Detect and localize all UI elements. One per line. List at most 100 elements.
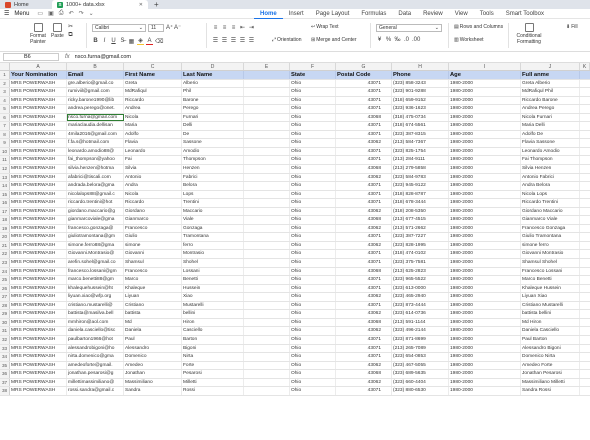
cell[interactable]: Perego xyxy=(182,105,244,113)
cell[interactable]: nicolalops88@gmail.c xyxy=(67,190,124,199)
cell[interactable]: Giulio Tramontana xyxy=(521,233,580,241)
cell[interactable]: (213) 571-2662 xyxy=(392,224,449,233)
row-number[interactable]: 12 xyxy=(0,165,10,173)
cell[interactable]: MRS POWERWASH xyxy=(10,88,67,96)
cell[interactable]: Ohio xyxy=(290,105,336,113)
cell[interactable]: Domenico xyxy=(124,353,182,361)
header-cell[interactable]: Phone xyxy=(392,71,449,79)
cell[interactable]: 43071 xyxy=(336,199,392,207)
cell[interactable]: rumiviil@gmail.com xyxy=(67,88,124,96)
row-number[interactable]: 32 xyxy=(0,335,10,344)
cell[interactable]: Francesco Lossani xyxy=(521,267,580,276)
cell[interactable]: MRS POWERWASH xyxy=(10,233,67,241)
cell[interactable]: 1980-2000 xyxy=(449,173,521,182)
cell[interactable]: Henzen xyxy=(182,165,244,173)
cell[interactable]: MRS POWERWASH xyxy=(10,224,67,233)
decrease-decimal-icon[interactable]: .00 xyxy=(412,37,420,43)
cell[interactable]: 43062 xyxy=(336,207,392,216)
borders-icon[interactable]: ▦ xyxy=(128,38,135,45)
cell[interactable]: andrada.belora@gma xyxy=(67,182,124,190)
cell[interactable]: 43062 xyxy=(336,224,392,233)
cell[interactable]: Flavia Sassone xyxy=(521,139,580,147)
cell[interactable] xyxy=(244,224,290,233)
cell[interactable]: 1980-2000 xyxy=(449,88,521,96)
cell[interactable]: (323) 828-1995 xyxy=(392,241,449,250)
cell[interactable]: Riccardo xyxy=(124,199,182,207)
cell[interactable]: Giordano xyxy=(124,207,182,216)
open-folder-icon[interactable]: ▭ xyxy=(37,10,43,17)
conditional-formatting-button[interactable]: Conditional Formatting xyxy=(512,23,546,45)
cell[interactable]: 1980-2000 xyxy=(449,139,521,147)
cell[interactable]: (213) 584-7367 xyxy=(392,139,449,147)
cell[interactable]: 1980-2000 xyxy=(449,199,521,207)
cell[interactable]: afabrici@tiscali.com xyxy=(67,173,124,182)
cell[interactable]: 1980-2000 xyxy=(449,165,521,173)
cell[interactable]: MRS POWERWASH xyxy=(10,216,67,224)
row-number[interactable]: 16 xyxy=(0,199,10,207)
cell[interactable]: Andra Belora xyxy=(521,182,580,190)
cell[interactable]: Ohio xyxy=(290,361,336,370)
cell[interactable] xyxy=(244,335,290,344)
row-number[interactable]: 6 xyxy=(0,113,10,122)
cell[interactable]: Ohio xyxy=(290,335,336,344)
cell[interactable]: Nicola Lops xyxy=(521,190,580,199)
cell[interactable]: Md xyxy=(124,318,182,327)
cell[interactable]: MRS POWERWASH xyxy=(10,147,67,156)
cell[interactable]: 43071 xyxy=(336,284,392,293)
cell[interactable]: (213) 625-2823 xyxy=(392,267,449,276)
cell[interactable]: Ohio xyxy=(290,190,336,199)
cell[interactable]: Mustarelli xyxy=(182,301,244,310)
row-number[interactable]: 22 xyxy=(0,250,10,259)
cell[interactable]: MRS POWERWASH xyxy=(10,122,67,130)
header-cell[interactable]: Your Nomination xyxy=(10,71,67,79)
cell[interactable]: MRS POWERWASH xyxy=(10,293,67,301)
cell[interactable]: 43062 xyxy=(336,173,392,182)
row-number[interactable]: 2 xyxy=(0,79,10,88)
cell[interactable]: 43071 xyxy=(336,182,392,190)
cell[interactable]: Giovanni Montrasio xyxy=(521,250,580,259)
cell[interactable]: 1980-2000 xyxy=(449,267,521,276)
row-number[interactable]: 14 xyxy=(0,182,10,190)
cell[interactable]: 1980-2000 xyxy=(449,259,521,267)
cell[interactable] xyxy=(244,113,290,122)
tab-view[interactable]: View xyxy=(449,9,474,19)
cell[interactable]: Barton xyxy=(182,335,244,344)
cell[interactable]: Cristiano Mustarelli xyxy=(521,301,580,310)
cell[interactable]: Francesco xyxy=(124,267,182,276)
cell[interactable]: mmhiron@aol.com xyxy=(67,318,124,327)
cell[interactable]: De xyxy=(182,130,244,139)
cell[interactable]: 1980-2000 xyxy=(449,353,521,361)
cell[interactable]: Alessandro xyxy=(124,344,182,353)
cell[interactable]: Nicola xyxy=(124,190,182,199)
cell[interactable]: 43071 xyxy=(336,301,392,310)
cell[interactable]: 1980-2000 xyxy=(449,216,521,224)
cell[interactable]: Ohio xyxy=(290,224,336,233)
cell[interactable] xyxy=(244,361,290,370)
cell[interactable]: Hiron xyxy=(182,318,244,327)
cell[interactable]: Montrasio xyxy=(182,250,244,259)
cell[interactable]: 1980-2000 xyxy=(449,318,521,327)
cell[interactable] xyxy=(244,147,290,156)
cell[interactable]: (323) 660-4404 xyxy=(392,378,449,387)
cell[interactable]: 1980-2000 xyxy=(449,327,521,335)
cell[interactable]: nirta.domenico@gma xyxy=(67,353,124,361)
merge-center-button[interactable]: ⊞ Merge and Center xyxy=(311,37,357,43)
cell[interactable]: Adolfo xyxy=(124,130,182,139)
font-name-select[interactable]: Calibri ⌄ xyxy=(92,24,146,32)
menu-label[interactable]: Menu xyxy=(14,11,29,17)
cell[interactable] xyxy=(244,353,290,361)
cell[interactable] xyxy=(244,233,290,241)
number-format-select[interactable]: General ⌄ xyxy=(376,24,442,32)
cell[interactable]: gianmarcoviale@gma xyxy=(67,216,124,224)
cell[interactable]: MRS POWERWASH xyxy=(10,79,67,88)
cell[interactable]: (318) 828-8787 xyxy=(392,190,449,199)
row-number[interactable]: 11 xyxy=(0,156,10,165)
column-header-h[interactable]: H xyxy=(392,63,449,70)
cell[interactable]: Gonzaga xyxy=(182,224,244,233)
cell[interactable]: MRS POWERWASH xyxy=(10,318,67,327)
cell[interactable]: Massimiliano xyxy=(124,378,182,387)
cell[interactable]: Andra xyxy=(124,182,182,190)
cell[interactable]: (213) 279-5858 xyxy=(392,165,449,173)
header-cell[interactable]: Email xyxy=(67,71,124,79)
cell[interactable]: Riccardo Trentini xyxy=(521,199,580,207)
